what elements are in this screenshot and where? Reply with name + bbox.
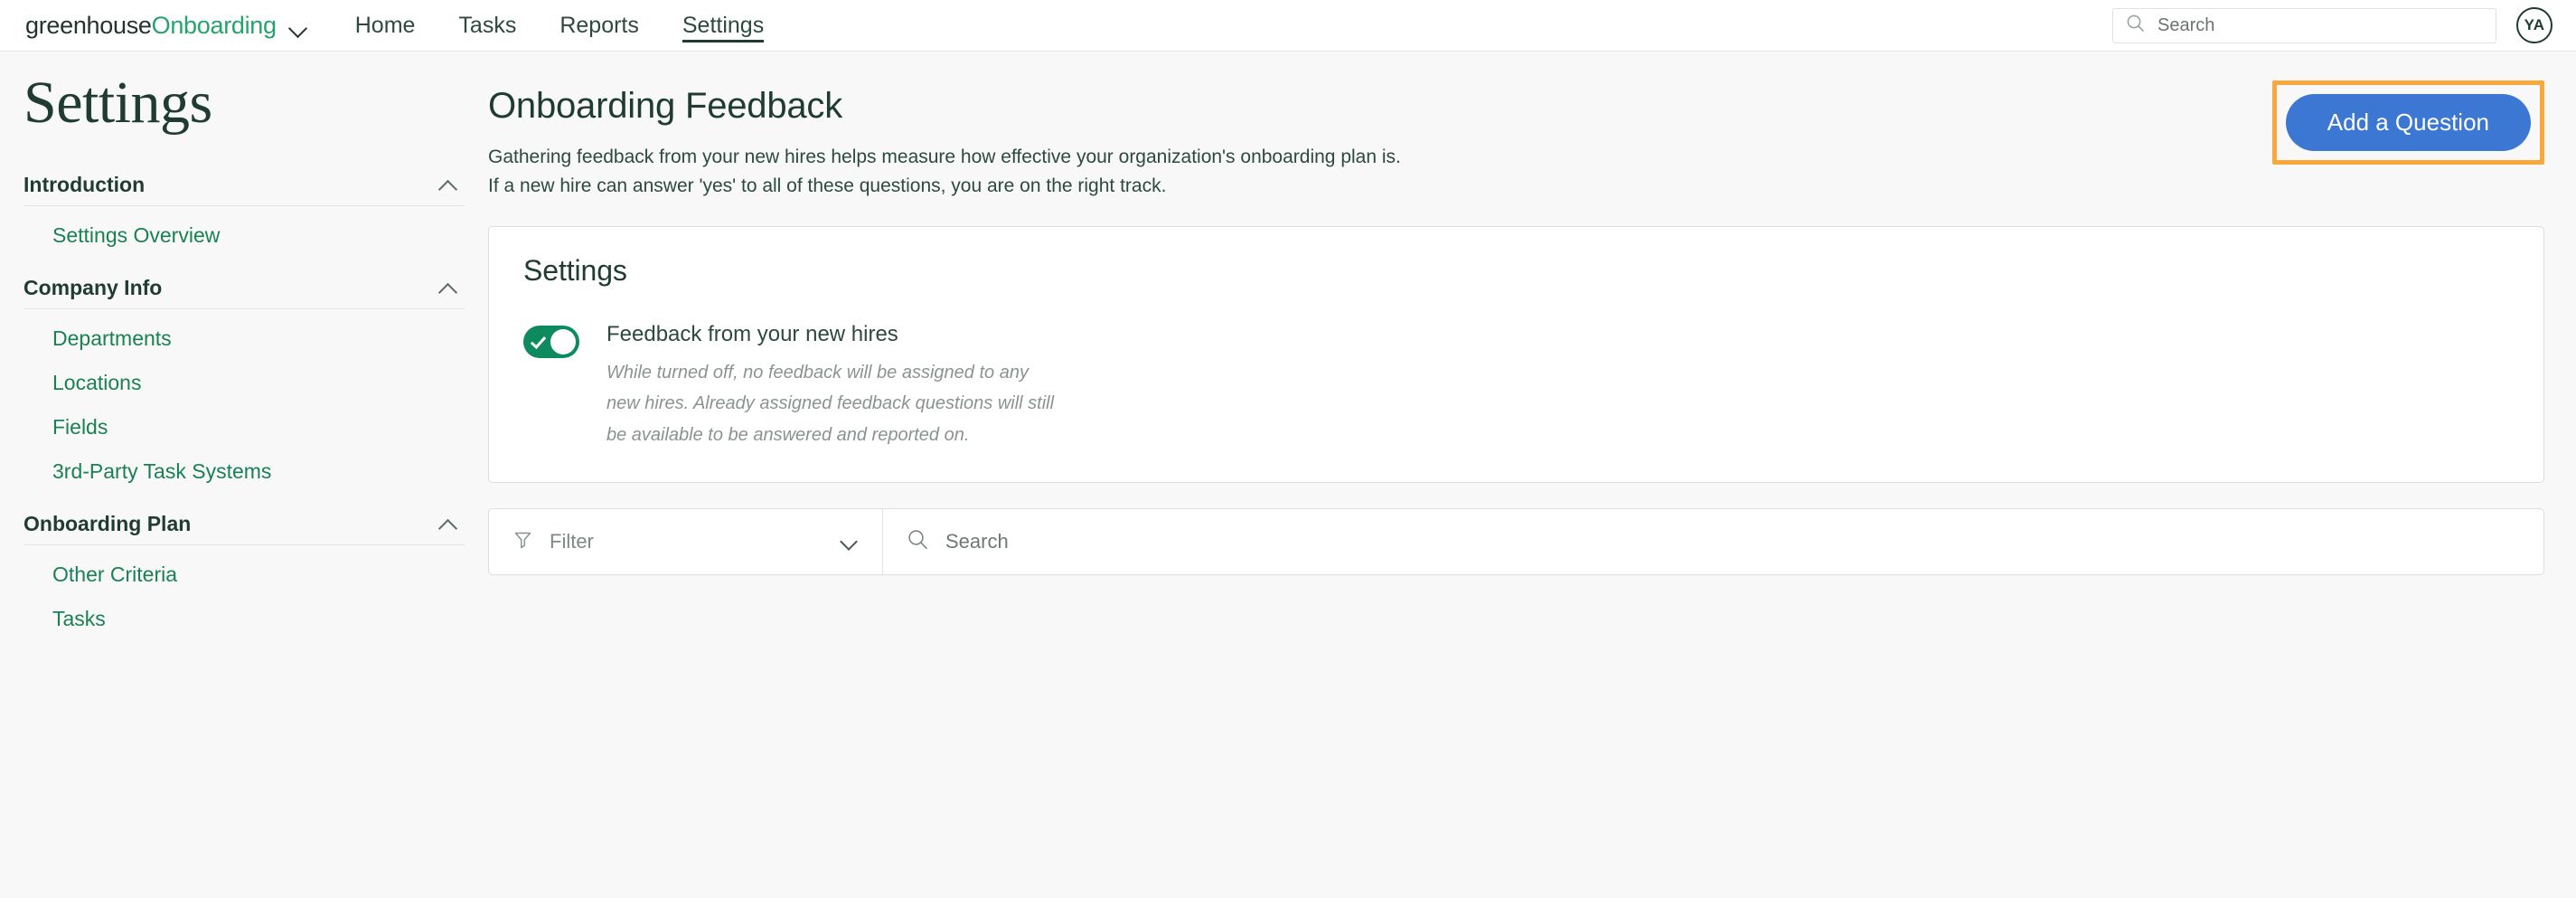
settings-card-title: Settings [523,253,627,287]
questions-search-input[interactable] [945,530,2520,553]
main-header-text: Onboarding Feedback Gathering feedback f… [488,73,1401,201]
nav-link-tasks[interactable]: Tasks [458,0,516,52]
feedback-help-line-1: While turned off, no feedback will be as… [606,362,1029,383]
sidebar-group-items: Settings Overview [24,208,465,270]
search-icon [2126,14,2145,37]
chevron-up-icon[interactable] [437,280,461,297]
add-question-highlight-outline: Add a Question [2271,80,2544,165]
sidebar-group-header-onboarding-plan[interactable]: Onboarding Plan [24,506,465,545]
sidebar-item-3rd-party-task-systems[interactable]: 3rd-Party Task Systems [24,449,465,494]
feedback-setting-label: Feedback from your new hires [606,321,898,346]
sidebar-item-other-criteria[interactable]: Other Criteria [24,553,465,597]
sidebar-item-settings-overview[interactable]: Settings Overview [24,213,465,258]
global-search-box[interactable] [2112,7,2496,43]
sidebar-item-tasks[interactable]: Tasks [24,597,465,641]
section-title: Onboarding Feedback [488,86,843,126]
primary-nav-links: Home Tasks Reports Settings [355,0,765,52]
feedback-toggle[interactable] [523,325,579,358]
funnel-icon [512,529,533,554]
sidebar-item-fields[interactable]: Fields [24,405,465,449]
feedback-help-line-3: be available to be answered and reported… [606,425,970,446]
feedback-setting-help: While turned off, no feedback will be as… [606,357,1054,451]
top-nav-right-cluster: YA [2112,7,2552,43]
toggle-knob [550,328,576,354]
user-avatar[interactable]: YA [2516,7,2552,43]
feedback-setting-row: Feedback from your new hires While turne… [523,322,2509,451]
filter-label: Filter [550,530,594,553]
sidebar-group-company-info: Company Info Departments Locations Field… [0,270,488,506]
search-icon [907,528,929,555]
sidebar-group-introduction: Introduction Settings Overview [0,167,488,270]
brand-wordmark: greenhouseOnboarding [25,12,277,40]
page-body: Settings Introduction Settings Overview … [0,52,2576,898]
check-icon [530,332,547,349]
chevron-down-icon[interactable] [839,534,859,549]
page-title: Settings [24,70,212,136]
settings-sidebar: Settings Introduction Settings Overview … [0,52,488,898]
add-question-button[interactable]: Add a Question [2285,94,2531,151]
sidebar-group-items: Other Criteria Tasks [24,547,465,654]
global-search-input[interactable] [2158,14,2483,36]
chevron-up-icon[interactable] [437,177,461,194]
sidebar-group-header-introduction[interactable]: Introduction [24,167,465,206]
sidebar-group-title: Company Info [24,276,163,299]
feedback-setting-text: Feedback from your new hires While turne… [606,322,1054,451]
sidebar-group-title: Introduction [24,173,146,196]
main-content: Onboarding Feedback Gathering feedback f… [488,52,2576,898]
section-description: Gathering feedback from your new hires h… [488,143,1401,201]
sidebar-group-header-company-info[interactable]: Company Info [24,270,465,309]
settings-card: Settings Feedback from your new hires Wh… [488,225,2544,483]
nav-link-settings[interactable]: Settings [682,0,765,52]
feedback-help-line-2: new hires. Already assigned feedback que… [606,393,1055,414]
sidebar-group-onboarding-plan: Onboarding Plan Other Criteria Tasks [0,506,488,654]
section-description-line-2: If a new hire can answer 'yes' to all of… [488,175,1167,196]
sidebar-group-title: Onboarding Plan [24,512,192,535]
brand-company-name: greenhouse [25,11,152,39]
filter-dropdown[interactable]: Filter [489,509,883,574]
top-navigation-bar: greenhouseOnboarding Home Tasks Reports … [0,0,2576,52]
main-header: Onboarding Feedback Gathering feedback f… [488,73,2544,201]
sidebar-item-departments[interactable]: Departments [24,317,465,361]
chevron-up-icon[interactable] [437,516,461,533]
brand-logo-dropdown[interactable]: greenhouseOnboarding [25,12,308,40]
chevron-down-icon[interactable] [288,17,308,37]
sidebar-item-locations[interactable]: Locations [24,361,465,405]
questions-toolbar: Filter [488,508,2544,575]
brand-product-name: Onboarding [151,11,277,39]
sidebar-group-items: Departments Locations Fields 3rd-Party T… [24,311,465,506]
questions-search-box[interactable] [883,509,2543,574]
section-description-line-1: Gathering feedback from your new hires h… [488,147,1401,167]
nav-link-reports[interactable]: Reports [559,0,639,52]
nav-link-home[interactable]: Home [355,0,416,52]
